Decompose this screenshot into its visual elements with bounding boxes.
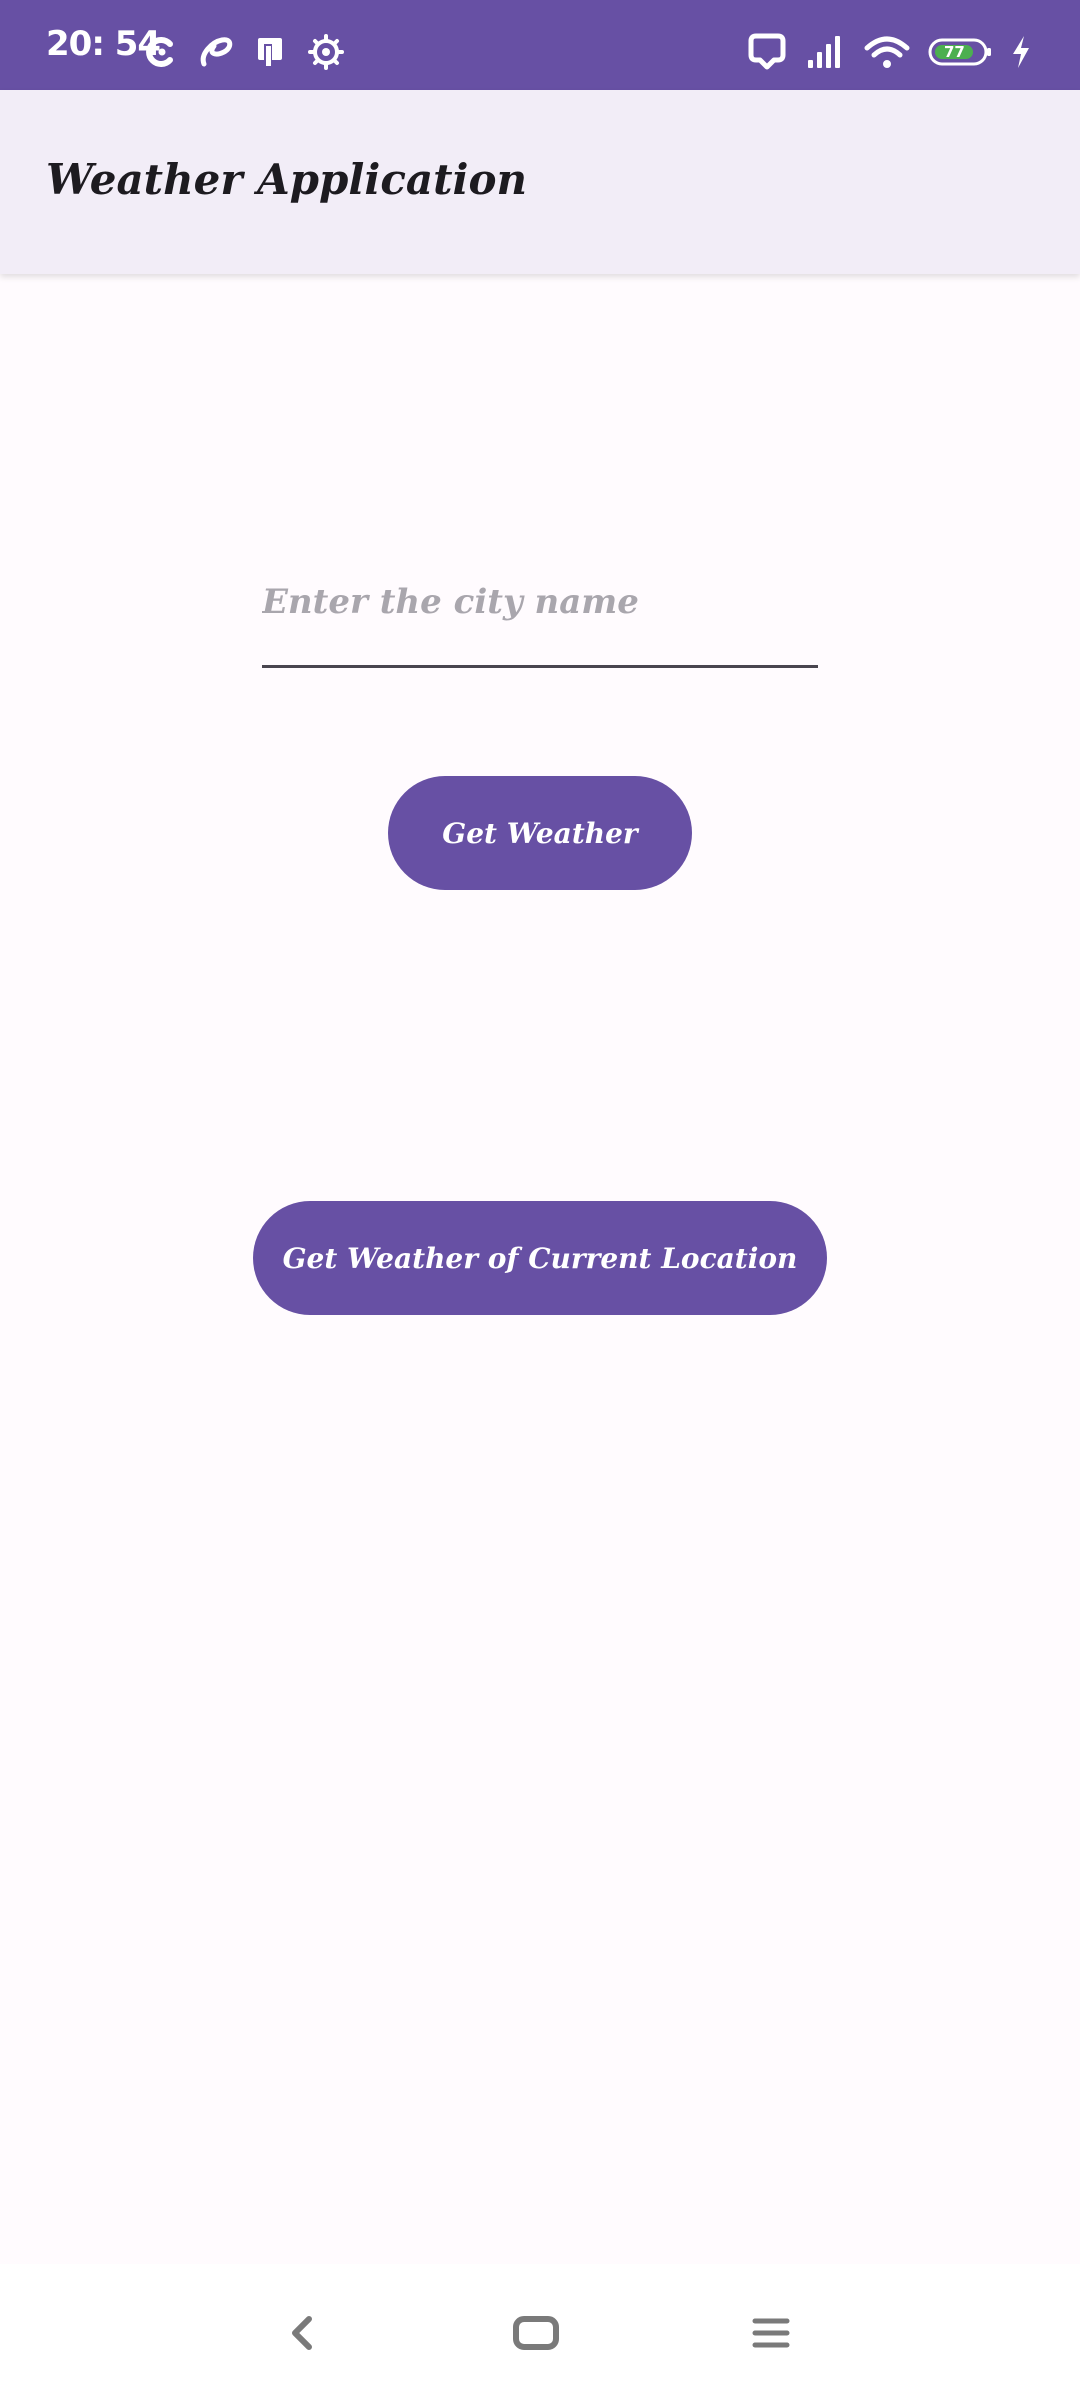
- home-button[interactable]: [501, 2298, 571, 2368]
- airtel-icon: [198, 34, 236, 70]
- home-icon: [512, 2313, 560, 2353]
- get-current-location-button-label: Get Weather of Current Location: [282, 1241, 798, 1275]
- navigation-bar: [0, 2264, 1080, 2400]
- city-input-field[interactable]: [262, 566, 818, 668]
- status-bar: 20: 54 77: [0, 0, 1080, 90]
- data-saver-icon: [144, 34, 180, 70]
- wifi-icon: [864, 34, 910, 70]
- back-icon: [287, 2313, 317, 2353]
- battery-level: 77: [944, 43, 965, 61]
- get-weather-button[interactable]: Get Weather: [388, 776, 692, 890]
- get-current-location-weather-button[interactable]: Get Weather of Current Location: [253, 1201, 827, 1315]
- status-time: 20: 54: [46, 24, 161, 64]
- get-weather-button-label: Get Weather: [442, 816, 638, 850]
- sim-card-icon: [254, 34, 290, 70]
- page-title: Weather Application: [46, 155, 528, 204]
- menu-icon: [751, 2313, 791, 2353]
- app-bar: Weather Application: [0, 90, 1080, 274]
- status-left-icons: [144, 30, 344, 74]
- status-right-icons: 77: [746, 30, 1032, 74]
- alarm-icon: [746, 33, 788, 71]
- battery-icon: 77: [928, 37, 992, 67]
- back-button[interactable]: [267, 2298, 337, 2368]
- settings-gear-icon: [308, 34, 344, 70]
- charging-icon: [1010, 34, 1032, 70]
- recents-button[interactable]: [736, 2298, 806, 2368]
- city-input[interactable]: [262, 566, 818, 662]
- signal-icon: [806, 34, 846, 70]
